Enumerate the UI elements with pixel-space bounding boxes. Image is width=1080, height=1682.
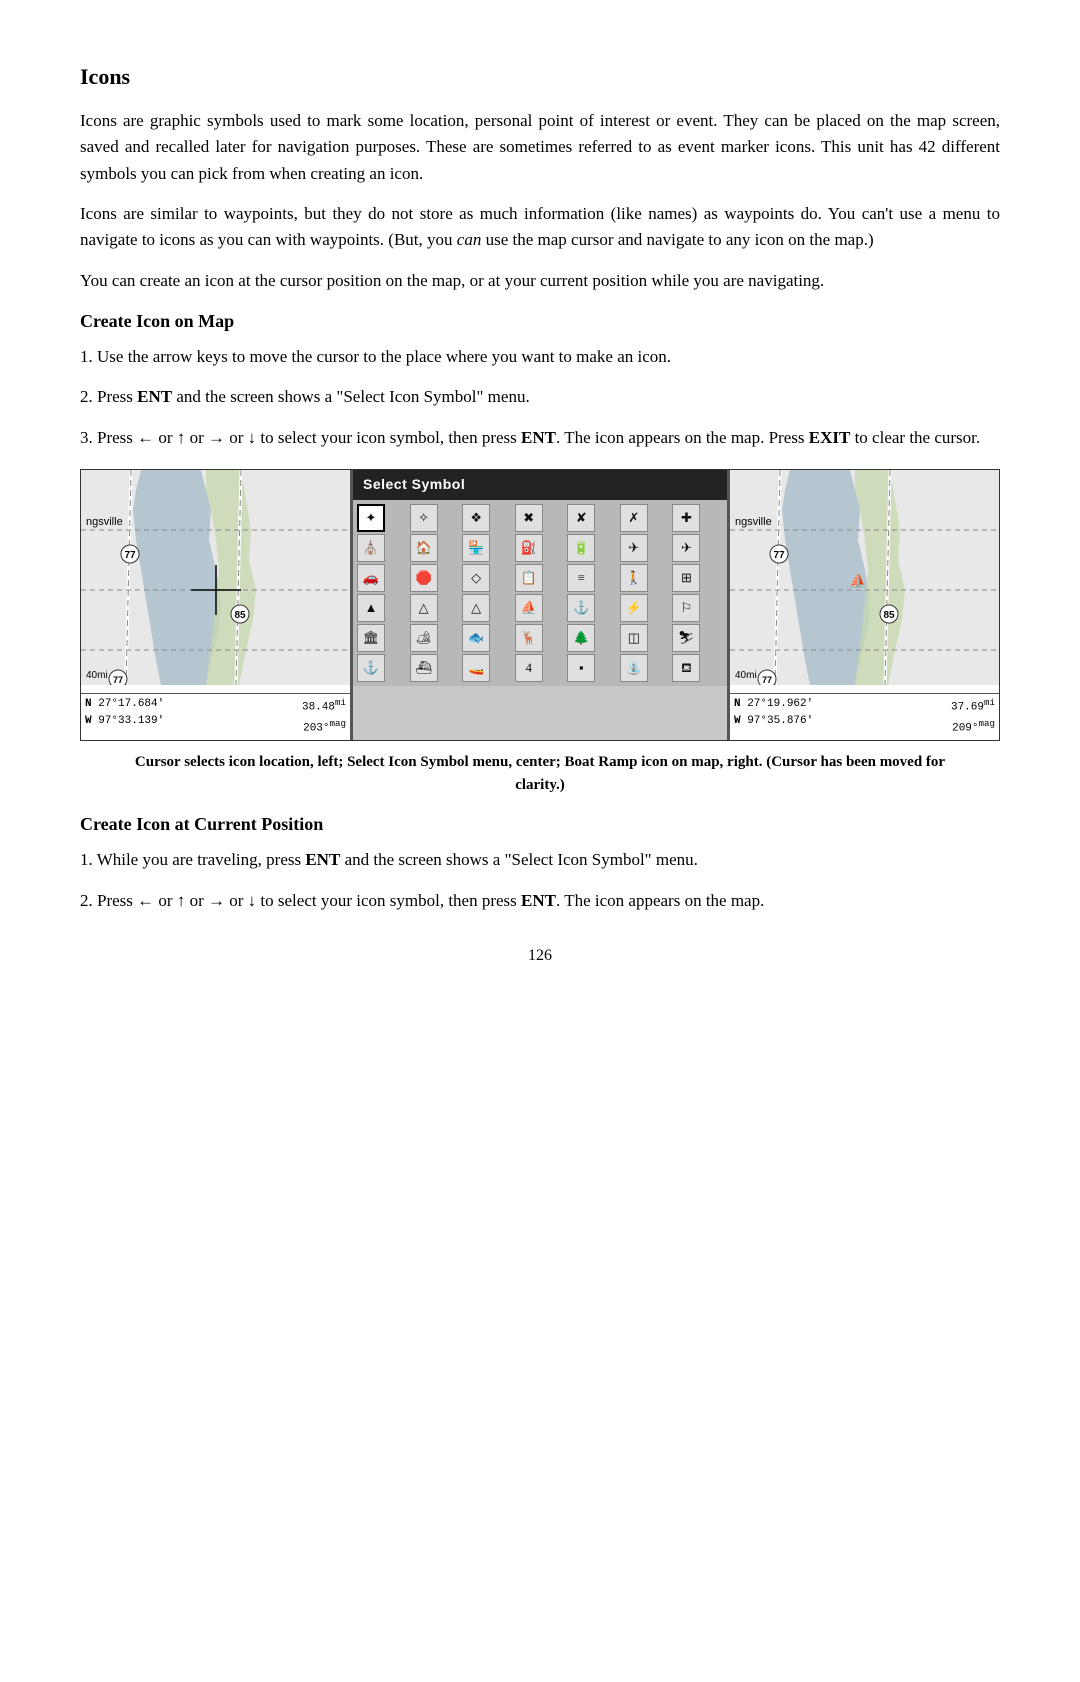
svg-text:ngsville: ngsville	[86, 516, 123, 528]
symbol-cell[interactable]: 🌲	[567, 624, 595, 652]
step-1-1: 1. Use the arrow keys to move the cursor…	[80, 344, 1000, 370]
map-right-status: N 27°19.962' W 97°35.876' 37.69mi 209°ma…	[730, 693, 999, 739]
symbol-cell[interactable]: ⚐	[672, 594, 700, 622]
paragraph-1: Icons are graphic symbols used to mark s…	[80, 108, 1000, 187]
symbol-cell[interactable]: 🚤	[462, 654, 490, 682]
symbol-cell[interactable]: ⛴	[410, 654, 438, 682]
symbol-cell[interactable]: ⛾	[672, 654, 700, 682]
symbol-cell[interactable]: 🛑	[410, 564, 438, 592]
symbol-cell[interactable]: ⚓	[567, 594, 595, 622]
map-right-coord-lat: N 27°19.962'	[734, 696, 813, 713]
symbol-cell[interactable]: ⛵	[515, 594, 543, 622]
symbol-grid[interactable]: ✦ ✧ ❖ ✖ ✘ ✗ ✚ ⛪ 🏠 🏪 ⛽ 🔋 ✈ ✈ 🚗 🛑 ◇ 📋 ≡ 🚶 …	[353, 500, 727, 686]
step-1-2: 2. Press ENT and the screen shows a "Sel…	[80, 384, 1000, 410]
symbol-cell[interactable]: △	[410, 594, 438, 622]
map-left-dist: 38.48mi	[302, 696, 346, 717]
select-symbol-title: Select Symbol	[353, 470, 727, 500]
paragraph-2: Icons are similar to waypoints, but they…	[80, 201, 1000, 254]
symbol-cell[interactable]: △	[462, 594, 490, 622]
symbol-cell[interactable]: 🦌	[515, 624, 543, 652]
symbol-cell[interactable]: ⛷	[672, 624, 700, 652]
symbol-cell[interactable]: ▲	[357, 594, 385, 622]
map-left-heading: 203°mag	[303, 717, 346, 738]
svg-text:85: 85	[883, 610, 895, 621]
svg-text:⛵: ⛵	[849, 573, 866, 590]
symbol-cell[interactable]: 🐟	[462, 624, 490, 652]
figure: 77 85 ngsville 40mi 77 N 27°17.684' W 97…	[80, 469, 1000, 741]
symbol-cell[interactable]: ✧	[410, 504, 438, 532]
symbol-cell[interactable]: 🏠	[410, 534, 438, 562]
symbol-cell[interactable]: 📋	[515, 564, 543, 592]
map-left: 77 85 ngsville 40mi 77 N 27°17.684' W 97…	[81, 470, 351, 740]
symbol-cell[interactable]: ✘	[567, 504, 595, 532]
symbol-cell[interactable]: ✈	[620, 534, 648, 562]
svg-text:40mi: 40mi	[86, 670, 108, 681]
symbol-cell[interactable]: ⊞	[672, 564, 700, 592]
svg-text:77: 77	[773, 550, 785, 561]
svg-text:85: 85	[234, 610, 246, 621]
symbol-cell[interactable]: ✚	[672, 504, 700, 532]
symbol-cell[interactable]: 🏛	[357, 624, 385, 652]
section-title: Icons	[80, 60, 1000, 94]
subsection1-title: Create Icon on Map	[80, 308, 1000, 336]
map-left-coord-lat: N 27°17.684'	[85, 696, 164, 713]
select-symbol-panel: Select Symbol ✦ ✧ ❖ ✖ ✘ ✗ ✚ ⛪ 🏠 🏪 ⛽ 🔋 ✈ …	[351, 470, 729, 740]
symbol-cell[interactable]: ✈	[672, 534, 700, 562]
symbol-cell[interactable]: ⛽	[515, 534, 543, 562]
symbol-cell[interactable]: ⛲	[620, 654, 648, 682]
symbol-cell[interactable]: ✗	[620, 504, 648, 532]
map-left-coord-lon: W 97°33.139'	[85, 713, 164, 730]
symbol-cell[interactable]: 🏪	[462, 534, 490, 562]
figure-caption: Cursor selects icon location, left; Sele…	[80, 751, 1000, 798]
page-number: 126	[80, 944, 1000, 969]
symbol-cell[interactable]: ⚓	[357, 654, 385, 682]
svg-text:ngsville: ngsville	[735, 516, 772, 528]
symbol-cell[interactable]: 4	[515, 654, 543, 682]
subsection2-title: Create Icon at Current Position	[80, 811, 1000, 839]
svg-text:77: 77	[124, 550, 136, 561]
symbol-cell[interactable]: ⛪	[357, 534, 385, 562]
symbol-cell[interactable]: ❖	[462, 504, 490, 532]
symbol-cell[interactable]: ✦	[357, 504, 385, 532]
svg-text:77: 77	[113, 675, 123, 685]
step-2-1: 1. While you are traveling, press ENT an…	[80, 847, 1000, 873]
symbol-cell[interactable]: 🚗	[357, 564, 385, 592]
symbol-cell[interactable]: ◫	[620, 624, 648, 652]
map-right-coord-lon: W 97°35.876'	[734, 713, 813, 730]
symbol-cell[interactable]: 🏕	[410, 624, 438, 652]
svg-text:77: 77	[762, 675, 772, 685]
step-1-3: 3. Press ← or ↑ or → or ↓ to select your…	[80, 425, 1000, 451]
map-right-image: 77 85 ngsville ⛵ 40mi 77	[730, 470, 999, 693]
paragraph-3: You can create an icon at the cursor pos…	[80, 268, 1000, 294]
map-left-image: 77 85 ngsville 40mi 77	[81, 470, 350, 693]
symbol-cell[interactable]: ⚡	[620, 594, 648, 622]
symbol-cell[interactable]: ◇	[462, 564, 490, 592]
step-2-2: 2. Press ← or ↑ or → or ↓ to select your…	[80, 888, 1000, 914]
map-right-heading: 209°mag	[952, 717, 995, 738]
map-right: 77 85 ngsville ⛵ 40mi 77 N 27°19.962' W …	[729, 470, 999, 740]
symbol-cell[interactable]: ≡	[567, 564, 595, 592]
map-left-status: N 27°17.684' W 97°33.139' 38.48mi 203°ma…	[81, 693, 350, 739]
symbol-cell[interactable]: ✖	[515, 504, 543, 532]
map-right-dist: 37.69mi	[951, 696, 995, 717]
symbol-cell[interactable]: ▪	[567, 654, 595, 682]
symbol-cell[interactable]: 🔋	[567, 534, 595, 562]
symbol-cell[interactable]: 🚶	[620, 564, 648, 592]
svg-text:40mi: 40mi	[735, 670, 757, 681]
